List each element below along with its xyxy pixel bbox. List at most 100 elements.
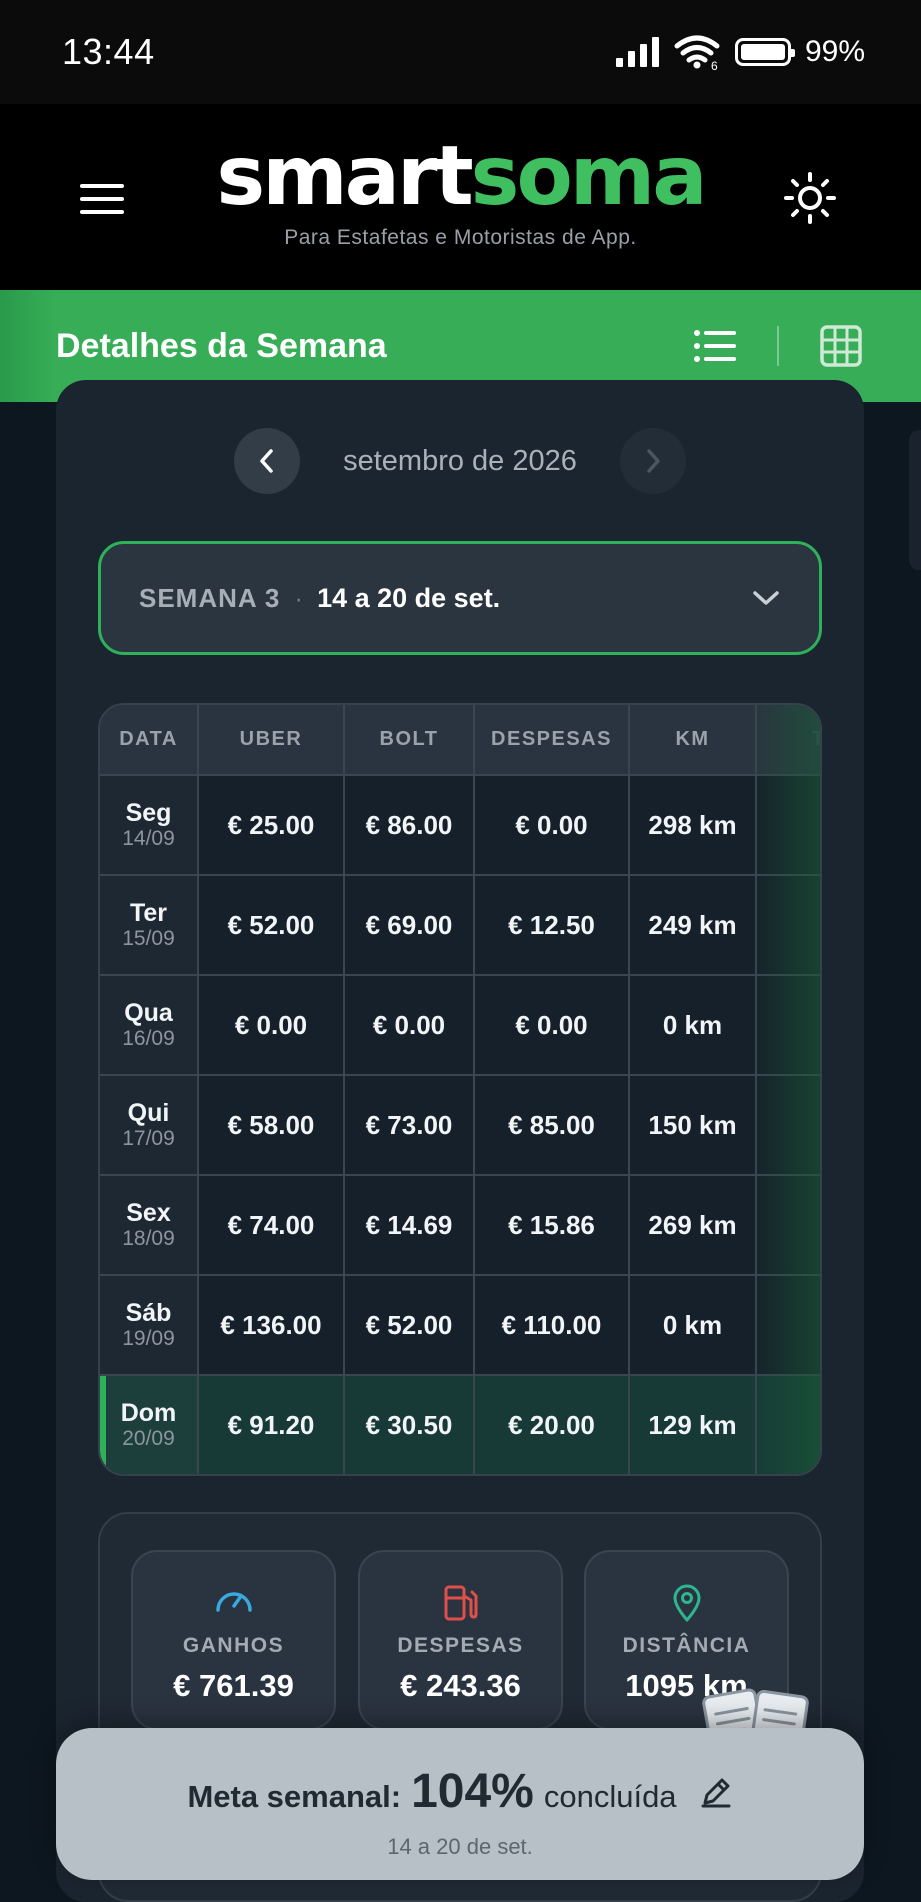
column-header-bolt: BOLT <box>344 705 475 776</box>
wifi-icon: 6 <box>674 35 720 70</box>
stat-despesas: DESPESAS € 243.36 <box>358 1550 563 1730</box>
stat-label: DISTÂNCIA <box>622 1634 751 1657</box>
sun-icon[interactable] <box>782 170 838 226</box>
stat-ganhos: GANHOS € 761.39 <box>131 1550 336 1730</box>
table-row[interactable]: Qua16/09 € 0.00 € 0.00 € 0.00 0 km € 0 <box>100 975 820 1076</box>
despesas-cell: € 20.00 <box>474 1375 630 1474</box>
despesas-cell: € 85.00 <box>474 1075 630 1176</box>
goal-status: concluída <box>543 1779 677 1814</box>
uber-cell: € 58.00 <box>198 1075 345 1176</box>
map-pin-icon <box>586 1584 787 1622</box>
day-date: 17/09 <box>122 1127 175 1151</box>
logo-text-smart: smart <box>216 129 473 224</box>
pencil-icon[interactable] <box>699 1775 733 1809</box>
logo-text-soma: soma <box>470 129 708 224</box>
despesas-cell: € 15.86 <box>474 1175 630 1276</box>
uber-cell: € 74.00 <box>198 1175 345 1276</box>
status-bar: 13:44 6 99% <box>0 0 921 104</box>
despesas-cell: € 110.00 <box>474 1275 630 1376</box>
month-navigation: setembro de 2026 <box>234 428 686 494</box>
day-cell: Seg 14/09 <box>100 775 199 876</box>
goal-percent: 104% <box>411 1765 534 1818</box>
column-header-km: KM <box>629 705 757 776</box>
table-row-current-day[interactable]: Dom 20/09 € 91.20 € 30.50 € 20.00 129 km … <box>100 1375 820 1474</box>
table-row[interactable]: Sáb 19/09 € 136.00 € 52.00 € 110.00 0 km … <box>100 1275 820 1376</box>
bolt-cell: € 0.00 <box>344 975 475 1076</box>
km-cell: 269 km <box>629 1175 757 1276</box>
column-header-despesas: DESPESAS <box>474 705 630 776</box>
total-cell: € 1 <box>756 875 820 976</box>
day-date: 19/09 <box>122 1327 175 1351</box>
stat-label: GANHOS <box>182 1634 285 1657</box>
status-time: 13:44 <box>62 31 155 72</box>
week-range: 14 a 20 de set. <box>317 582 501 613</box>
day-cell: Sex 18/09 <box>100 1175 199 1276</box>
despesas-cell: € 12.50 <box>474 875 630 976</box>
wifi-badge: 6 <box>711 59 718 70</box>
week-number: SEMANA 3 <box>139 582 281 613</box>
total-cell: € 0 <box>756 975 820 1076</box>
stat-value: € 243.36 <box>400 1668 521 1703</box>
uber-cell: € 136.00 <box>198 1275 345 1376</box>
uber-cell: € 25.00 <box>198 775 345 876</box>
view-divider <box>777 326 779 366</box>
side-drawer-edge <box>909 430 921 570</box>
day-name: Seg <box>125 798 172 827</box>
table-header-row: DATA UBER BOLT DESPESAS KM TOTAL <box>100 705 820 776</box>
table-row[interactable]: Seg14/09 € 25.00 € 86.00 € 0.00 298 km €… <box>100 775 820 876</box>
stat-label: DESPESAS <box>397 1634 524 1657</box>
speedometer-icon <box>133 1584 334 1614</box>
column-header-uber: UBER <box>198 705 345 776</box>
chevron-right-icon <box>647 449 660 473</box>
next-month-button[interactable] <box>620 428 686 494</box>
battery-icon <box>734 38 795 66</box>
month-label: setembro de 2026 <box>343 444 577 477</box>
day-cell: Qui 17/09 <box>100 1075 199 1176</box>
total-cell: € 8 <box>756 1175 820 1276</box>
km-cell: 129 km <box>629 1375 757 1474</box>
day-date: 20/09 <box>122 1427 175 1451</box>
weekly-goal-sheet[interactable]: Meta semanal: 104% concluída 14 a 20 de … <box>56 1728 864 1880</box>
previous-month-button[interactable] <box>234 428 300 494</box>
day-name: Qua <box>124 998 173 1027</box>
km-cell: 249 km <box>629 875 757 976</box>
uber-cell: € 91.20 <box>198 1375 345 1474</box>
goal-range: 14 a 20 de set. <box>387 1834 533 1859</box>
day-cell: Sáb 19/09 <box>100 1275 199 1376</box>
day-name: Sáb <box>125 1298 172 1327</box>
uber-cell: € 52.00 <box>198 875 345 976</box>
total-cell: € 1 <box>756 1075 820 1176</box>
day-name: Sex <box>126 1198 171 1227</box>
app-header: smartsoma Para Estafetas e Motoristas de… <box>0 104 921 290</box>
day-date: 15/09 <box>122 927 175 951</box>
bolt-cell: € 69.00 <box>344 875 475 976</box>
status-icons: 6 99% <box>615 34 865 70</box>
goal-line: Meta semanal: 104% concluída <box>56 1764 864 1819</box>
fuel-pump-icon <box>360 1584 561 1622</box>
list-icon[interactable] <box>691 322 739 370</box>
column-header-total: TOTAL <box>756 705 820 776</box>
page-title: Detalhes da Semana <box>56 326 387 365</box>
week-table[interactable]: DATA UBER BOLT DESPESAS KM TOTAL Seg14/0… <box>98 703 822 1476</box>
day-cell: Ter 15/09 <box>100 875 199 976</box>
tagline: Para Estafetas e Motoristas de App. <box>284 226 637 249</box>
bolt-cell: € 30.50 <box>344 1375 475 1474</box>
bolt-cell: € 86.00 <box>344 775 475 876</box>
table-row[interactable]: Sex 18/09 € 74.00 € 14.69 € 15.86 269 km … <box>100 1175 820 1276</box>
km-cell: 298 km <box>629 775 757 876</box>
uber-cell: € 0.00 <box>198 975 345 1076</box>
km-cell: 0 km <box>629 1275 757 1376</box>
bolt-cell: € 73.00 <box>344 1075 475 1176</box>
km-cell: 0 km <box>629 975 757 1076</box>
view-toggle <box>691 322 865 370</box>
table-row[interactable]: Ter 15/09 € 52.00 € 69.00 € 12.50 249 km … <box>100 875 820 976</box>
chevron-left-icon <box>260 449 273 473</box>
table-row[interactable]: Qui 17/09 € 58.00 € 73.00 € 85.00 150 km … <box>100 1075 820 1176</box>
km-cell: 150 km <box>629 1075 757 1176</box>
day-cell: Dom 20/09 <box>100 1375 199 1474</box>
day-date: 18/09 <box>122 1227 175 1251</box>
grid-icon[interactable] <box>817 322 865 370</box>
goal-label: Meta semanal: <box>187 1779 402 1814</box>
week-selector[interactable]: SEMANA 3 · 14 a 20 de set. <box>98 541 822 655</box>
cell-signal-icon <box>615 37 659 67</box>
